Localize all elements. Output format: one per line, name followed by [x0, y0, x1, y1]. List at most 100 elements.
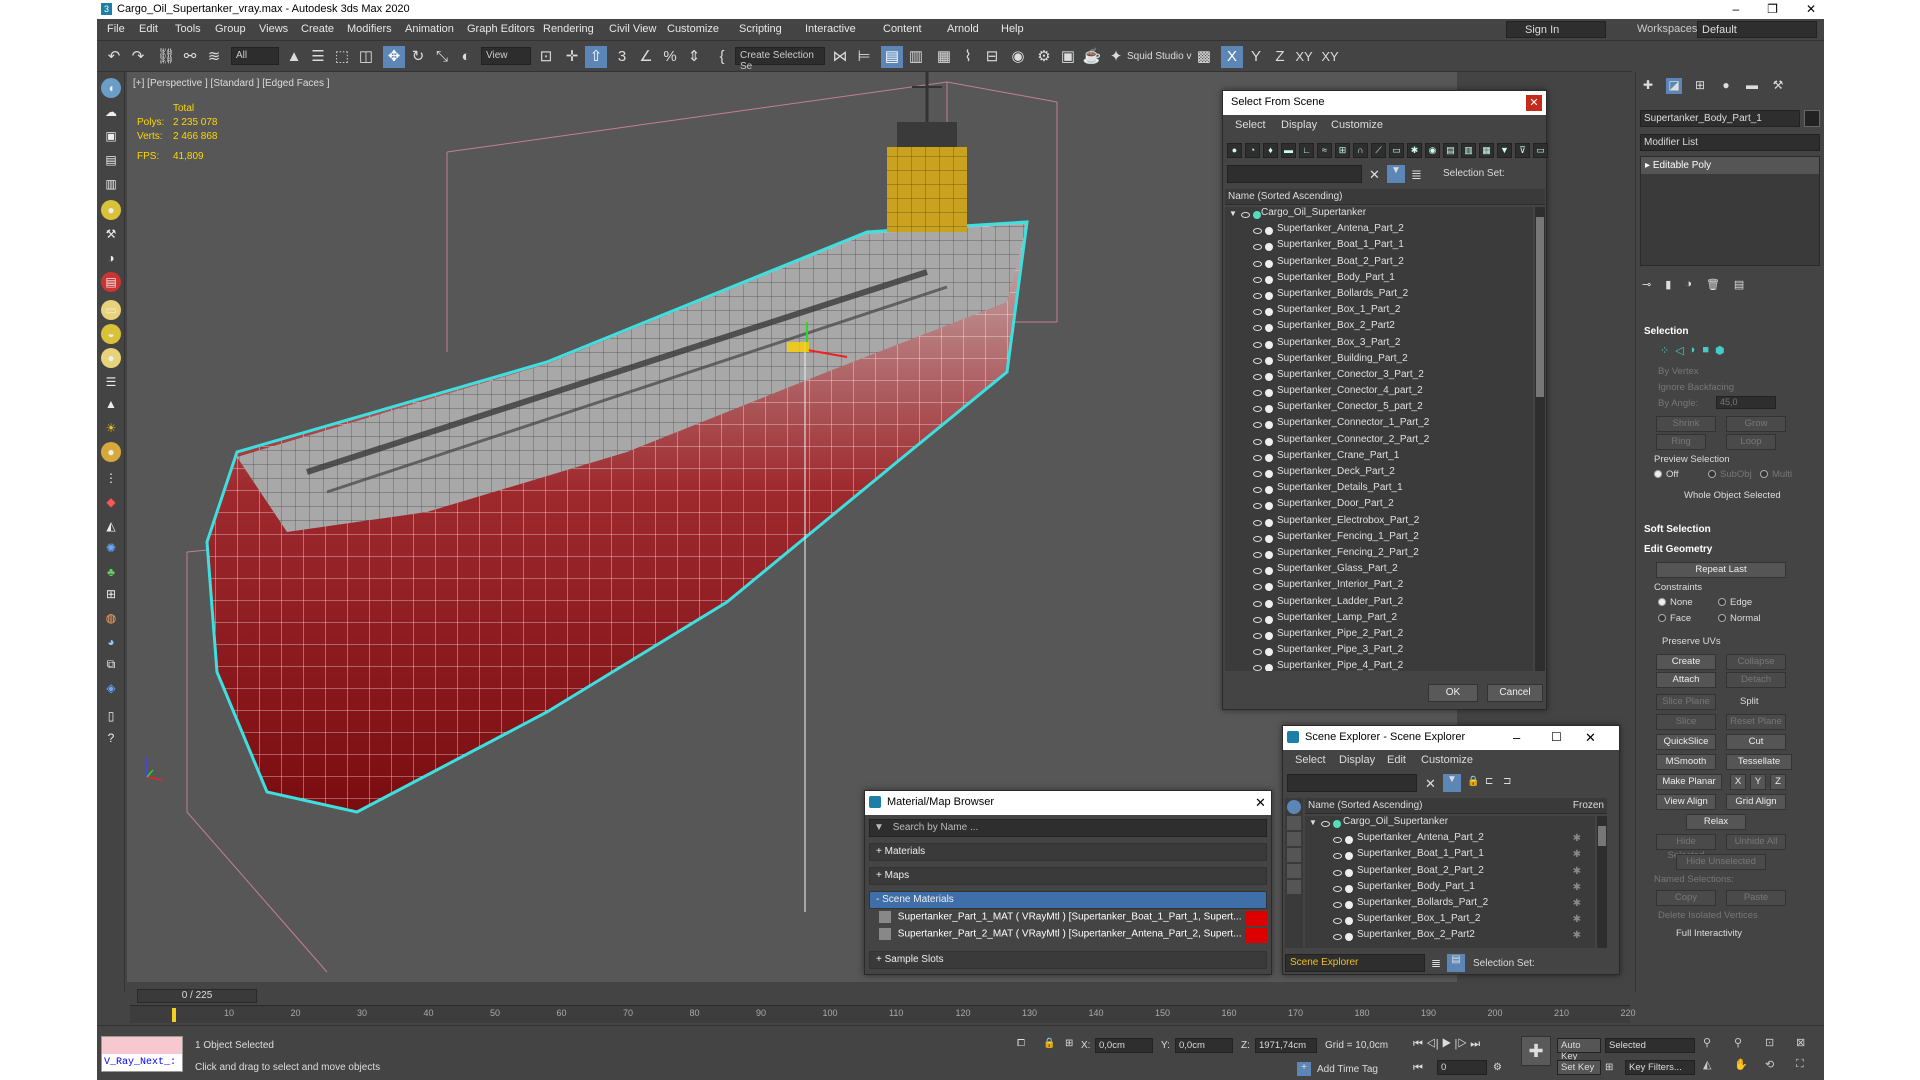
create-icon[interactable]: ◖ — [101, 78, 121, 98]
selection-rollout[interactable]: Selection — [1644, 326, 1688, 337]
sfs-object-row[interactable]: Supertanker_Electrobox_Part_2 — [1225, 515, 1533, 531]
shrink-button[interactable]: Shrink — [1656, 416, 1716, 432]
planar-z-button[interactable]: Z — [1770, 774, 1786, 790]
camera-filter-icon[interactable]: ▬ — [1281, 143, 1296, 158]
se-camera-icon[interactable] — [1287, 848, 1301, 862]
current-frame-field[interactable]: 0 — [1437, 1060, 1487, 1075]
create-button[interactable]: Create — [1656, 654, 1716, 670]
sfs-object-row[interactable]: Supertanker_Box_2_Part2 — [1225, 320, 1533, 336]
delete-isolated-checkbox[interactable]: Delete Isolated Vertices — [1658, 910, 1758, 921]
se-object-row[interactable]: Supertanker_Body_Part_1 ✱ — [1305, 881, 1595, 897]
set-key-button[interactable]: Set Key — [1557, 1060, 1601, 1075]
eye-icon[interactable] — [1253, 454, 1262, 461]
isolate-icon[interactable]: ⧠ — [1017, 1038, 1025, 1049]
sfs-object-row[interactable]: Supertanker_Ladder_Part_2 — [1225, 596, 1533, 612]
by-angle-checkbox[interactable]: By Angle: — [1658, 398, 1698, 409]
container-filter-icon[interactable]: ▭ — [1389, 143, 1404, 158]
env-icon[interactable]: ✺ — [101, 538, 121, 558]
all-filter-icon[interactable]: ✱ — [1407, 143, 1422, 158]
view-align-button[interactable]: View Align — [1656, 794, 1716, 810]
sfs-menu-customize[interactable]: Customize — [1331, 119, 1383, 131]
lights-icon[interactable]: ▣ — [101, 126, 121, 146]
constraint-normal-radio[interactable] — [1718, 614, 1726, 622]
select-by-name-icon[interactable]: ☰ — [307, 46, 329, 68]
sphere-icon[interactable]: ● — [101, 348, 121, 368]
sfs-object-row[interactable]: Supertanker_Interior_Part_2 — [1225, 579, 1533, 595]
se-layer-icon[interactable]: ⊐ — [1503, 776, 1511, 787]
sfs-search-input[interactable] — [1227, 165, 1362, 183]
se-object-row[interactable]: Supertanker_Antena_Part_2 ✱ — [1305, 832, 1595, 848]
keyboard-shortcut-icon[interactable]: ⇧ — [585, 46, 607, 68]
constraint-face-radio[interactable] — [1658, 614, 1666, 622]
by-vertex-checkbox[interactable]: By Vertex — [1658, 366, 1699, 377]
redo-icon[interactable]: ↷ — [127, 46, 149, 68]
rectangle-selection-icon[interactable]: ⬚ — [331, 46, 353, 68]
tessellate-button[interactable]: Tessellate — [1726, 754, 1792, 770]
hide-selected-button[interactable]: Hide Selected — [1656, 834, 1716, 861]
se-object-row[interactable]: Supertanker_Boat_1_Part_1 ✱ — [1305, 848, 1595, 864]
constraint-none-radio[interactable] — [1658, 598, 1666, 606]
angle-spinner[interactable]: 45,0 — [1716, 396, 1776, 409]
eye-icon[interactable] — [1253, 487, 1262, 494]
funnel-icon[interactable]: ⊽ — [1515, 143, 1530, 158]
menu-help[interactable]: Help — [1001, 23, 1024, 35]
edit-geometry-rollout[interactable]: Edit Geometry — [1644, 544, 1712, 555]
key-mode-icon[interactable]: ⏮ — [1413, 1062, 1423, 1075]
chevron-down-icon[interactable]: ▼ — [874, 822, 884, 833]
se-search-input[interactable] — [1287, 774, 1417, 792]
menu-modifiers[interactable]: Modifiers — [347, 23, 392, 35]
eye-icon[interactable] — [1253, 228, 1262, 235]
key-selection-dropdown[interactable]: Selected — [1605, 1038, 1695, 1053]
frozen-icon[interactable]: ✱ — [1573, 882, 1581, 893]
slice-button[interactable]: Slice — [1656, 714, 1716, 730]
hide-unselected-button[interactable]: Hide Unselected — [1676, 854, 1766, 870]
folder-icon[interactable]: ▭ — [1533, 143, 1548, 158]
axis-xy-cycle-button[interactable]: XY — [1319, 46, 1341, 68]
unhide-all-button[interactable]: Unhide All — [1726, 834, 1786, 850]
sfs-object-row[interactable]: Supertanker_Glass_Part_2 — [1225, 563, 1533, 579]
eye-icon[interactable] — [1253, 665, 1262, 671]
helper-filter-icon[interactable]: ∟ — [1299, 143, 1314, 158]
constraint-edge-radio[interactable] — [1718, 598, 1726, 606]
se-object-row[interactable]: Supertanker_Box_1_Part_2 ✱ — [1305, 913, 1595, 929]
sfs-object-row[interactable]: Supertanker_Lamp_Part_2 — [1225, 612, 1533, 628]
dome-icon[interactable]: ◒ — [101, 324, 121, 344]
eye-icon[interactable] — [1253, 600, 1262, 607]
se-geometry-icon[interactable] — [1287, 800, 1301, 814]
menu-animation[interactable]: Animation — [405, 23, 454, 35]
time-config-icon[interactable]: ⚙ — [1493, 1062, 1502, 1073]
time-marker[interactable] — [172, 1008, 176, 1022]
link-icon[interactable]: ⛓ — [155, 46, 177, 68]
eye-icon[interactable] — [1253, 373, 1262, 380]
help-icon[interactable]: ? — [101, 728, 121, 748]
sfs-menu-select[interactable]: Select — [1235, 119, 1266, 131]
se-scrollbar[interactable] — [1597, 816, 1607, 948]
orbit-icon[interactable]: ⟲ — [1765, 1058, 1792, 1076]
modifier-list-dropdown[interactable]: Modifier List — [1640, 134, 1820, 151]
spinner-snap-icon[interactable]: ⇕ — [683, 46, 705, 68]
object-color-swatch[interactable] — [1804, 110, 1820, 127]
create-tab-icon[interactable]: ✚ — [1640, 78, 1656, 94]
maps-group[interactable]: + Maps — [869, 867, 1267, 885]
eye-icon[interactable] — [1253, 276, 1262, 283]
pan-icon[interactable]: ✋ — [1734, 1058, 1761, 1076]
add-time-tag-label[interactable]: Add Time Tag — [1317, 1064, 1378, 1075]
axis-xy-button[interactable]: XY — [1293, 46, 1315, 68]
playback-controls[interactable]: ⏮ ◁| ▶ |▷ ⏭ — [1413, 1038, 1480, 1051]
se-footer-dropdown[interactable]: Scene Explorer — [1285, 954, 1425, 972]
eye-icon[interactable] — [1253, 568, 1262, 575]
spacewarp-filter-icon[interactable]: ≈ — [1317, 143, 1332, 158]
render-icon[interactable]: ☕ — [1081, 46, 1103, 68]
file-icon[interactable]: ▯ — [101, 706, 121, 726]
menu-rendering[interactable]: Rendering — [543, 23, 594, 35]
frozen-icon[interactable]: ✱ — [1573, 914, 1581, 925]
ribbon-icon[interactable]: ▦ — [933, 46, 955, 68]
viewport-label[interactable]: [+] [Perspective ] [Standard ] [Edged Fa… — [133, 78, 330, 89]
proxy-icon[interactable]: ◆ — [101, 492, 121, 512]
sfs-object-row[interactable]: Supertanker_Box_3_Part_2 — [1225, 337, 1533, 353]
sfs-object-row[interactable]: Supertanker_Deck_Part_2 — [1225, 466, 1533, 482]
materials-group[interactable]: + Materials — [869, 843, 1267, 861]
sfs-object-row[interactable]: Supertanker_Conector_4_part_2 — [1225, 385, 1533, 401]
sfs-object-row[interactable]: Supertanker_Connector_1_Part_2 — [1225, 417, 1533, 433]
se-footer-stack-icon[interactable]: ≣ — [1431, 956, 1441, 970]
